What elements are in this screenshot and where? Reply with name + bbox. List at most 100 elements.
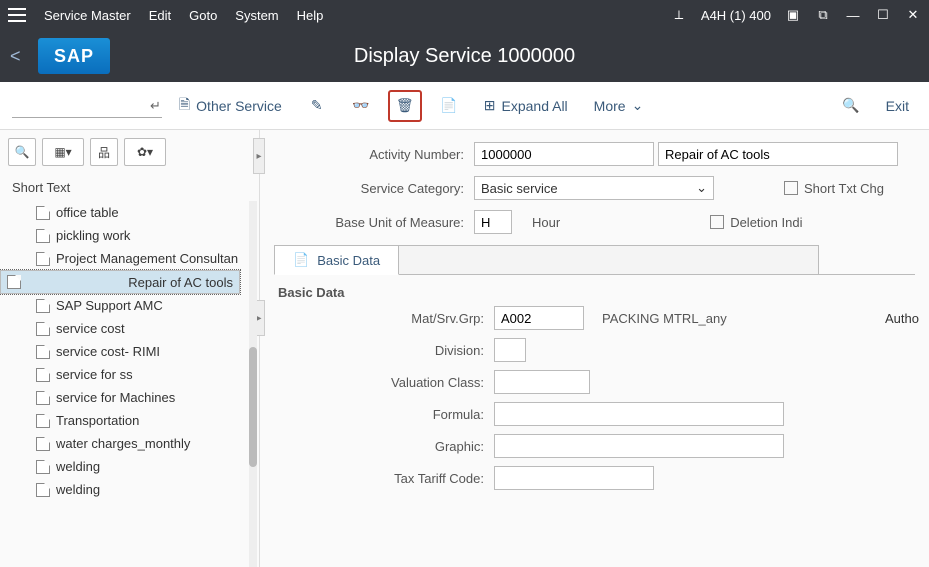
document-icon: 🗎	[179, 94, 190, 118]
tree-list: office table pickling work Project Manag…	[0, 201, 259, 567]
activity-desc-field[interactable]	[658, 142, 898, 166]
formula-label: Formula:	[274, 407, 494, 422]
menu-help[interactable]: Help	[297, 8, 324, 23]
delete-button[interactable]: 🗑	[388, 90, 422, 122]
short-text-change-checkbox[interactable]	[784, 181, 798, 195]
expand-all-button[interactable]: ⊞ Expand All	[476, 90, 576, 122]
row-category: Service Category: Basic service ⌄ Short …	[274, 176, 915, 200]
tax-tariff-label: Tax Tariff Code:	[274, 471, 494, 486]
activity-number-field[interactable]	[474, 142, 654, 166]
uom-field[interactable]	[474, 210, 512, 234]
document-icon	[36, 391, 50, 405]
tree-item[interactable]: service for ss	[0, 363, 259, 386]
tab-basic-label: Basic Data	[317, 253, 380, 268]
division-label: Division:	[274, 343, 494, 358]
display-toggle-button[interactable]: 👓	[344, 90, 378, 122]
document-icon	[36, 206, 50, 220]
row-activity: Activity Number:	[274, 142, 915, 166]
menu-service-master[interactable]: Service Master	[44, 8, 131, 23]
basic-data-form: Mat/Srv.Grp: PACKING MTRL_any Autho Divi…	[274, 306, 915, 490]
tab-basic-data[interactable]: 📄 Basic Data	[274, 245, 399, 275]
document-icon	[36, 368, 50, 382]
document-icon	[36, 414, 50, 428]
mat-group-label: Mat/Srv.Grp:	[274, 311, 494, 326]
other-service-label: Other Service	[196, 98, 282, 114]
tree-item[interactable]: office table	[0, 201, 259, 224]
find-button[interactable]: 🔍	[834, 90, 868, 122]
main-area: 🔍 ▦▾ 品 ✿▾ Short Text ▸ ▸ office table pi…	[0, 130, 929, 567]
copy-button[interactable]: 📄	[432, 90, 466, 122]
command-input[interactable]	[12, 94, 162, 118]
tree-item[interactable]: water charges_monthly	[0, 432, 259, 455]
row-uom: Base Unit of Measure: Hour Deletion Indi	[274, 210, 915, 234]
menu-edit[interactable]: Edit	[149, 8, 171, 23]
session-label[interactable]: A4H (1) 400	[701, 8, 771, 23]
document-icon	[36, 322, 50, 336]
exit-button[interactable]: Exit	[878, 90, 917, 122]
deletion-label: Deletion Indi	[730, 215, 802, 230]
document-icon	[36, 229, 50, 243]
command-go-icon[interactable]: ↵	[150, 98, 161, 114]
short-text-change-label: Short Txt Chg	[804, 181, 884, 196]
menu-bar: Service Master Edit Goto System Help ⟂ A…	[0, 0, 929, 30]
connection-icon[interactable]: ⟂	[671, 7, 687, 23]
auth-label: Autho	[885, 311, 919, 326]
deletion-checkbox[interactable]	[710, 215, 724, 229]
tab-empty	[399, 245, 819, 275]
hamburger-icon[interactable]	[8, 8, 26, 22]
create-icon-button[interactable]: ✎	[300, 90, 334, 122]
tree-item[interactable]: Transportation	[0, 409, 259, 432]
close-icon[interactable]: ✕	[905, 7, 921, 23]
chevron-down-icon: ⌄	[632, 97, 644, 114]
other-service-button[interactable]: 🗎 Other Service	[171, 90, 290, 122]
document-icon	[36, 483, 50, 497]
more-button[interactable]: More ⌄	[586, 90, 652, 122]
form-panel: Activity Number: Service Category: Basic…	[260, 130, 929, 567]
tree-item[interactable]: service for Machines	[0, 386, 259, 409]
tree-item[interactable]: welding	[0, 478, 259, 501]
tree-panel: 🔍 ▦▾ 品 ✿▾ Short Text ▸ ▸ office table pi…	[0, 130, 260, 567]
deletion-group: Deletion Indi	[710, 215, 802, 230]
back-icon[interactable]: <	[10, 46, 30, 67]
service-category-label: Service Category:	[274, 181, 474, 196]
uom-text: Hour	[532, 215, 560, 230]
tree-item[interactable]: Project Management Consultan	[0, 247, 259, 270]
formula-field[interactable]	[494, 402, 784, 426]
maximize-icon[interactable]: ☐	[875, 7, 891, 23]
mat-group-field[interactable]	[494, 306, 584, 330]
app-toolbar: ↵ 🗎 Other Service ✎ 👓 🗑 📄 ⊞ Expand All M…	[0, 82, 929, 130]
menu-system[interactable]: System	[235, 8, 278, 23]
tree-item[interactable]: service cost	[0, 317, 259, 340]
short-text-change-group: Short Txt Chg	[784, 181, 884, 196]
menu-goto[interactable]: Goto	[189, 8, 217, 23]
document-icon	[36, 345, 50, 359]
tree-settings-button[interactable]: ✿▾	[124, 138, 166, 166]
title-bar: < SAP Display Service 1000000	[0, 30, 929, 82]
activity-number-label: Activity Number:	[274, 147, 474, 162]
scrollbar-thumb[interactable]	[249, 347, 257, 467]
tree-layout-button[interactable]: ▦▾	[42, 138, 84, 166]
division-field[interactable]	[494, 338, 526, 362]
tab-icon: 📄	[293, 252, 309, 268]
tree-item[interactable]: SAP Support AMC	[0, 294, 259, 317]
section-basic-data: Basic Data	[274, 275, 915, 306]
mat-group-desc: PACKING MTRL_any	[602, 311, 727, 326]
menu-right: ⟂ A4H (1) 400 ▣ ⧉ — ☐ ✕	[671, 7, 921, 23]
window-list-icon[interactable]: ▣	[785, 7, 801, 23]
tree-hierarchy-button[interactable]: 品	[90, 138, 118, 166]
service-category-select[interactable]: Basic service ⌄	[474, 176, 714, 200]
tree-item[interactable]: service cost- RIMI	[0, 340, 259, 363]
tab-strip: 📄 Basic Data	[274, 244, 915, 275]
document-icon	[36, 460, 50, 474]
new-window-icon[interactable]: ⧉	[815, 7, 831, 23]
tree-item[interactable]: welding	[0, 455, 259, 478]
minimize-icon[interactable]: —	[845, 7, 861, 23]
tree-item-selected[interactable]: Repair of AC tools	[0, 270, 240, 294]
valuation-class-field[interactable]	[494, 370, 590, 394]
tree-item[interactable]: pickling work	[0, 224, 259, 247]
tree-header: Short Text	[0, 174, 259, 201]
graphic-field[interactable]	[494, 434, 784, 458]
tax-tariff-field[interactable]	[494, 466, 654, 490]
tree-find-button[interactable]: 🔍	[8, 138, 36, 166]
document-icon	[7, 275, 21, 289]
